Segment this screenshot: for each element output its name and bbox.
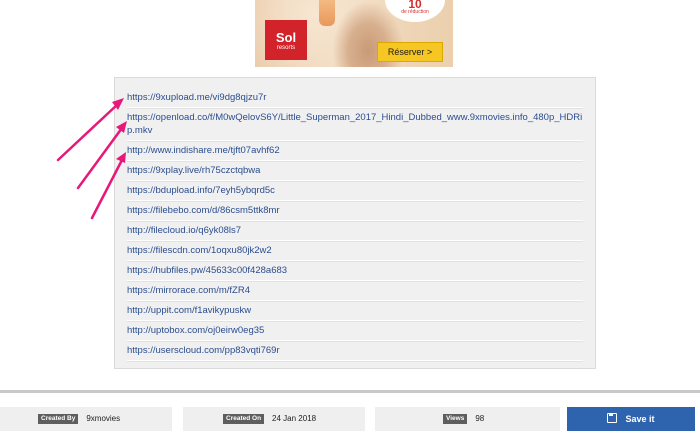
- views-label: Views: [443, 413, 468, 424]
- link-row: http://uppit.com/f1avikypuskw: [127, 301, 583, 321]
- ad-logo: Sol resorts: [265, 20, 307, 60]
- link-row: http://www.indishare.me/tjft07avhf62: [127, 141, 583, 161]
- download-link[interactable]: https://hubfiles.pw/45633c00f428a683: [127, 265, 287, 276]
- download-link[interactable]: https://9xupload.me/vi9dg8qjzu7r: [127, 92, 266, 103]
- ad-reserve-button[interactable]: Réserver >: [377, 42, 443, 62]
- download-link[interactable]: http://www.indishare.me/tjft07avhf62: [127, 145, 280, 156]
- link-row: https://9xupload.me/vi9dg8qjzu7r: [127, 88, 583, 108]
- created-by-box: Created By 9xmovies: [0, 407, 172, 431]
- views-box: Views 98: [375, 407, 560, 431]
- ad-drink-image: [319, 0, 335, 26]
- download-link[interactable]: https://filescdn.com/1oqxu80jk2w2: [127, 245, 272, 256]
- save-button-label: Save it: [625, 414, 655, 424]
- created-by-label: Created By: [38, 413, 79, 424]
- download-link[interactable]: https://filebebo.com/d/86csm5ttk8mr: [127, 205, 280, 216]
- link-row: https://9xplay.live/rh75czctqbwa: [127, 161, 583, 181]
- link-row: https://filescdn.com/1oqxu80jk2w2: [127, 241, 583, 261]
- section-divider: [0, 390, 700, 393]
- link-row: https://bdupload.info/7eyh5ybqrd5c: [127, 181, 583, 201]
- link-row: https://openload.co/f/M0wQelovS6Y/Little…: [127, 108, 583, 141]
- page: 10 de réduction Sol resorts Réserver > h…: [0, 0, 700, 440]
- ad-logo-main: Sol: [275, 30, 297, 45]
- download-link[interactable]: https://userscloud.com/pp83vqti769r: [127, 345, 280, 356]
- save-button[interactable]: Save it: [567, 407, 695, 431]
- download-link[interactable]: http://uptobox.com/oj0eirw0eg35: [127, 325, 264, 336]
- ad-logo-sub: resorts: [276, 45, 296, 51]
- download-link[interactable]: http://filecloud.io/q6yk08ls7: [127, 225, 241, 236]
- download-link[interactable]: https://mirrorace.com/m/fZR4: [127, 285, 250, 296]
- created-on-label: Created On: [223, 413, 265, 424]
- created-on-box: Created On 24 Jan 2018: [183, 407, 365, 431]
- download-link[interactable]: https://9xplay.live/rh75czctqbwa: [127, 165, 260, 176]
- link-row: http://uptobox.com/oj0eirw0eg35: [127, 321, 583, 341]
- link-row: https://hubfiles.pw/45633c00f428a683: [127, 261, 583, 281]
- ad-banner[interactable]: 10 de réduction Sol resorts Réserver >: [255, 0, 453, 67]
- link-row: http://filecloud.io/q6yk08ls7: [127, 221, 583, 241]
- ad-discount-caption: de réduction: [401, 9, 429, 15]
- views-value: 98: [475, 414, 485, 423]
- created-on-value: 24 Jan 2018: [272, 414, 317, 423]
- download-links-box: https://9xupload.me/vi9dg8qjzu7r https:/…: [114, 77, 596, 369]
- download-link[interactable]: https://openload.co/f/M0wQelovS6Y/Little…: [127, 112, 582, 136]
- created-by-value: 9xmovies: [86, 414, 121, 423]
- link-row: https://filebebo.com/d/86csm5ttk8mr: [127, 201, 583, 221]
- download-link[interactable]: http://uppit.com/f1avikypuskw: [127, 305, 251, 316]
- link-row: https://userscloud.com/pp83vqti769r: [127, 341, 583, 361]
- download-link[interactable]: https://bdupload.info/7eyh5ybqrd5c: [127, 185, 275, 196]
- floppy-disk-icon: [607, 413, 618, 423]
- link-row: https://mirrorace.com/m/fZR4: [127, 281, 583, 301]
